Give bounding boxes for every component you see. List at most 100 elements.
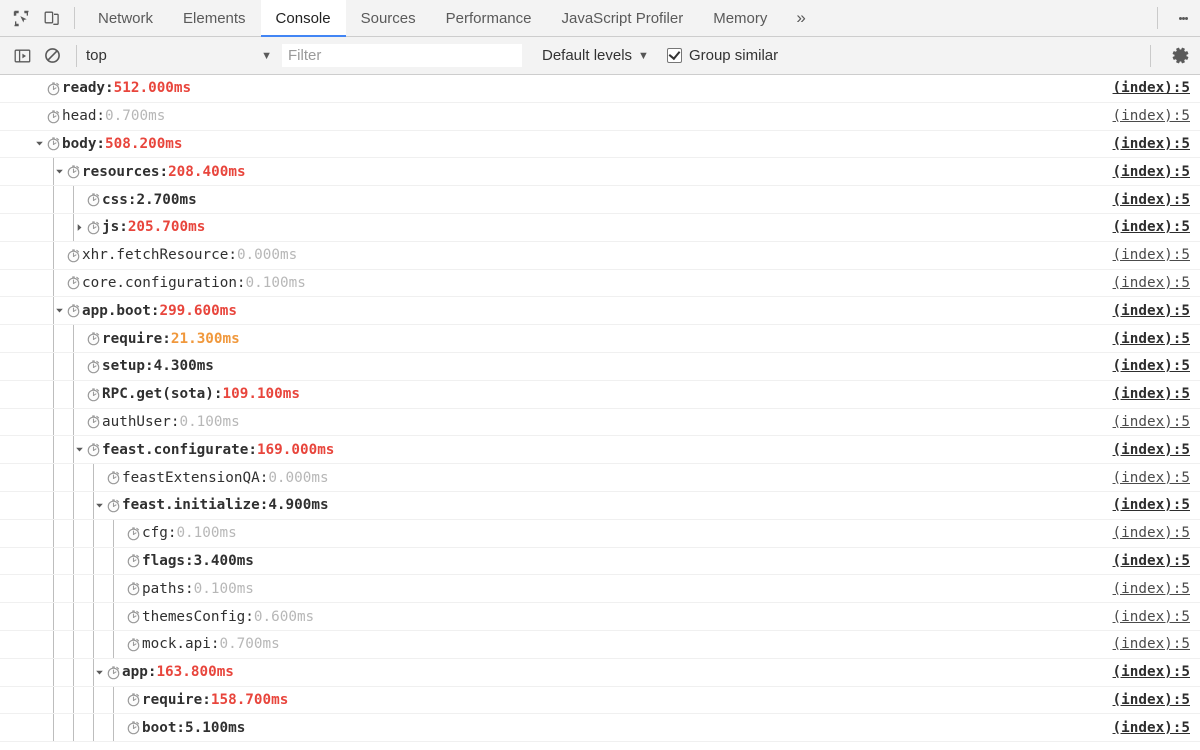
console-row[interactable]: flags: 3.400ms (index):5 xyxy=(0,547,1200,576)
console-row-content: feast.initialize: 4.900ms xyxy=(0,497,329,513)
tab-performance[interactable]: Performance xyxy=(431,0,547,36)
tab-javascript-profiler[interactable]: JavaScript Profiler xyxy=(547,0,699,36)
timer-icon xyxy=(106,665,121,680)
timer-icon xyxy=(86,331,101,346)
timer-icon xyxy=(126,609,141,624)
chevron-down-icon[interactable] xyxy=(53,306,66,315)
source-link[interactable]: (index):5 xyxy=(1113,303,1190,319)
console-sidebar-icon[interactable] xyxy=(7,48,37,64)
console-row-content: app: 163.800ms xyxy=(0,664,234,680)
timer-label: boot: xyxy=(142,719,186,736)
source-link[interactable]: (index):5 xyxy=(1113,192,1190,208)
source-link[interactable]: (index):5 xyxy=(1113,636,1190,652)
clear-console-icon[interactable] xyxy=(37,47,67,64)
tab-console[interactable]: Console xyxy=(260,0,346,37)
console-row[interactable]: setup: 4.300ms (index):5 xyxy=(0,352,1200,381)
timer-icon xyxy=(126,526,141,541)
execution-context-select[interactable]: top ▼ xyxy=(86,47,282,64)
console-row-content: resources: 208.400ms xyxy=(0,164,246,180)
log-levels-select[interactable]: Default levels ▼ xyxy=(542,47,649,64)
console-row[interactable]: core.configuration: 0.100ms (index):5 xyxy=(0,269,1200,298)
chevron-down-icon[interactable] xyxy=(73,445,86,454)
console-row-content: xhr.fetchResource: 0.000ms xyxy=(0,247,297,263)
timer-label: mock.api: xyxy=(142,636,220,653)
console-row-content: setup: 4.300ms xyxy=(0,358,214,374)
console-row[interactable]: require: 158.700ms (index):5 xyxy=(0,686,1200,715)
console-row-content: flags: 3.400ms xyxy=(0,553,254,569)
console-row[interactable]: css: 2.700ms (index):5 xyxy=(0,186,1200,214)
console-row[interactable]: app.boot: 299.600ms (index):5 xyxy=(0,297,1200,326)
console-row[interactable]: RPC.get(sota): 109.100ms (index):5 xyxy=(0,380,1200,409)
console-row-content: RPC.get(sota): 109.100ms xyxy=(0,386,300,402)
console-row[interactable]: feast.initialize: 4.900ms (index):5 xyxy=(0,491,1200,520)
source-link[interactable]: (index):5 xyxy=(1113,108,1190,124)
console-row[interactable]: authUser: 0.100ms (index):5 xyxy=(0,408,1200,437)
chevron-down-icon[interactable] xyxy=(93,501,106,510)
source-link[interactable]: (index):5 xyxy=(1113,442,1190,458)
timer-value: 0.100ms xyxy=(179,413,240,430)
timer-icon xyxy=(126,553,141,568)
source-link[interactable]: (index):5 xyxy=(1113,275,1190,291)
source-link[interactable]: (index):5 xyxy=(1113,664,1190,680)
console-row[interactable]: js: 205.700ms (index):5 xyxy=(0,213,1200,242)
source-link[interactable]: (index):5 xyxy=(1113,553,1190,569)
tab-elements[interactable]: Elements xyxy=(168,0,261,36)
chevron-right-icon[interactable] xyxy=(73,223,86,232)
source-link[interactable]: (index):5 xyxy=(1113,247,1190,263)
gear-icon[interactable] xyxy=(1160,46,1200,65)
console-row[interactable]: feastExtensionQA: 0.000ms (index):5 xyxy=(0,464,1200,492)
console-row-content: core.configuration: 0.100ms xyxy=(0,275,306,291)
more-options-icon[interactable] xyxy=(1166,0,1200,36)
console-row[interactable]: xhr.fetchResource: 0.000ms (index):5 xyxy=(0,241,1200,270)
source-link[interactable]: (index):5 xyxy=(1113,414,1190,430)
chevron-down-icon[interactable] xyxy=(93,668,106,677)
more-tabs-icon[interactable]: » xyxy=(782,0,819,36)
source-link[interactable]: (index):5 xyxy=(1113,720,1190,736)
group-similar-checkbox[interactable]: Group similar xyxy=(666,47,778,64)
console-row[interactable]: cfg: 0.100ms (index):5 xyxy=(0,519,1200,548)
console-message-list[interactable]: ready: 512.000ms (index):5 head: 0.700ms (i… xyxy=(0,75,1200,750)
console-row[interactable]: resources: 208.400ms (index):5 xyxy=(0,158,1200,187)
source-link[interactable]: (index):5 xyxy=(1113,331,1190,347)
tree-guides xyxy=(0,103,1200,130)
source-link[interactable]: (index):5 xyxy=(1113,164,1190,180)
source-link[interactable]: (index):5 xyxy=(1113,386,1190,402)
console-row[interactable]: ready: 512.000ms (index):5 xyxy=(0,75,1200,103)
source-link[interactable]: (index):5 xyxy=(1113,358,1190,374)
console-row[interactable]: paths: 0.100ms (index):5 xyxy=(0,575,1200,604)
console-row[interactable]: body: 508.200ms (index):5 xyxy=(0,131,1200,159)
console-row[interactable]: app: 163.800ms (index):5 xyxy=(0,658,1200,687)
source-link[interactable]: (index):5 xyxy=(1113,581,1190,597)
filter-input[interactable] xyxy=(282,44,522,67)
chevron-down-icon[interactable] xyxy=(33,139,46,148)
timer-value: 163.800ms xyxy=(156,664,234,681)
chevron-down-icon[interactable] xyxy=(53,167,66,176)
source-link[interactable]: (index):5 xyxy=(1113,219,1190,235)
console-row[interactable]: head: 0.700ms (index):5 xyxy=(0,103,1200,131)
source-link[interactable]: (index):5 xyxy=(1113,692,1190,708)
console-row[interactable]: themesConfig: 0.600ms (index):5 xyxy=(0,603,1200,631)
console-row-content: mock.api: 0.700ms xyxy=(0,636,280,652)
tab-memory[interactable]: Memory xyxy=(698,0,782,36)
inspect-cursor-icon[interactable] xyxy=(6,0,36,36)
source-link[interactable]: (index):5 xyxy=(1113,136,1190,152)
console-row[interactable]: feast.configurate: 169.000ms (index):5 xyxy=(0,436,1200,465)
console-row[interactable]: boot: 5.100ms (index):5 xyxy=(0,714,1200,743)
timer-label: flags: xyxy=(142,552,194,569)
console-row[interactable]: require: 21.300ms (index):5 xyxy=(0,325,1200,353)
tab-sources[interactable]: Sources xyxy=(346,0,431,36)
console-row-content: body: 508.200ms xyxy=(0,136,183,152)
console-row[interactable]: mock.api: 0.700ms (index):5 xyxy=(0,630,1200,659)
source-link[interactable]: (index):5 xyxy=(1113,497,1190,513)
checkbox-indicator[interactable] xyxy=(666,48,682,63)
console-row-content: app.boot: 299.600ms xyxy=(0,303,237,319)
device-toolbar-icon[interactable] xyxy=(36,0,66,36)
source-link[interactable]: (index):5 xyxy=(1113,525,1190,541)
source-link[interactable]: (index):5 xyxy=(1113,80,1190,96)
source-link[interactable]: (index):5 xyxy=(1113,609,1190,625)
timer-icon xyxy=(66,303,81,318)
timer-value: 0.100ms xyxy=(193,580,254,597)
source-link[interactable]: (index):5 xyxy=(1113,470,1190,486)
tab-network[interactable]: Network xyxy=(83,0,168,36)
timer-value: 109.100ms xyxy=(222,386,300,403)
